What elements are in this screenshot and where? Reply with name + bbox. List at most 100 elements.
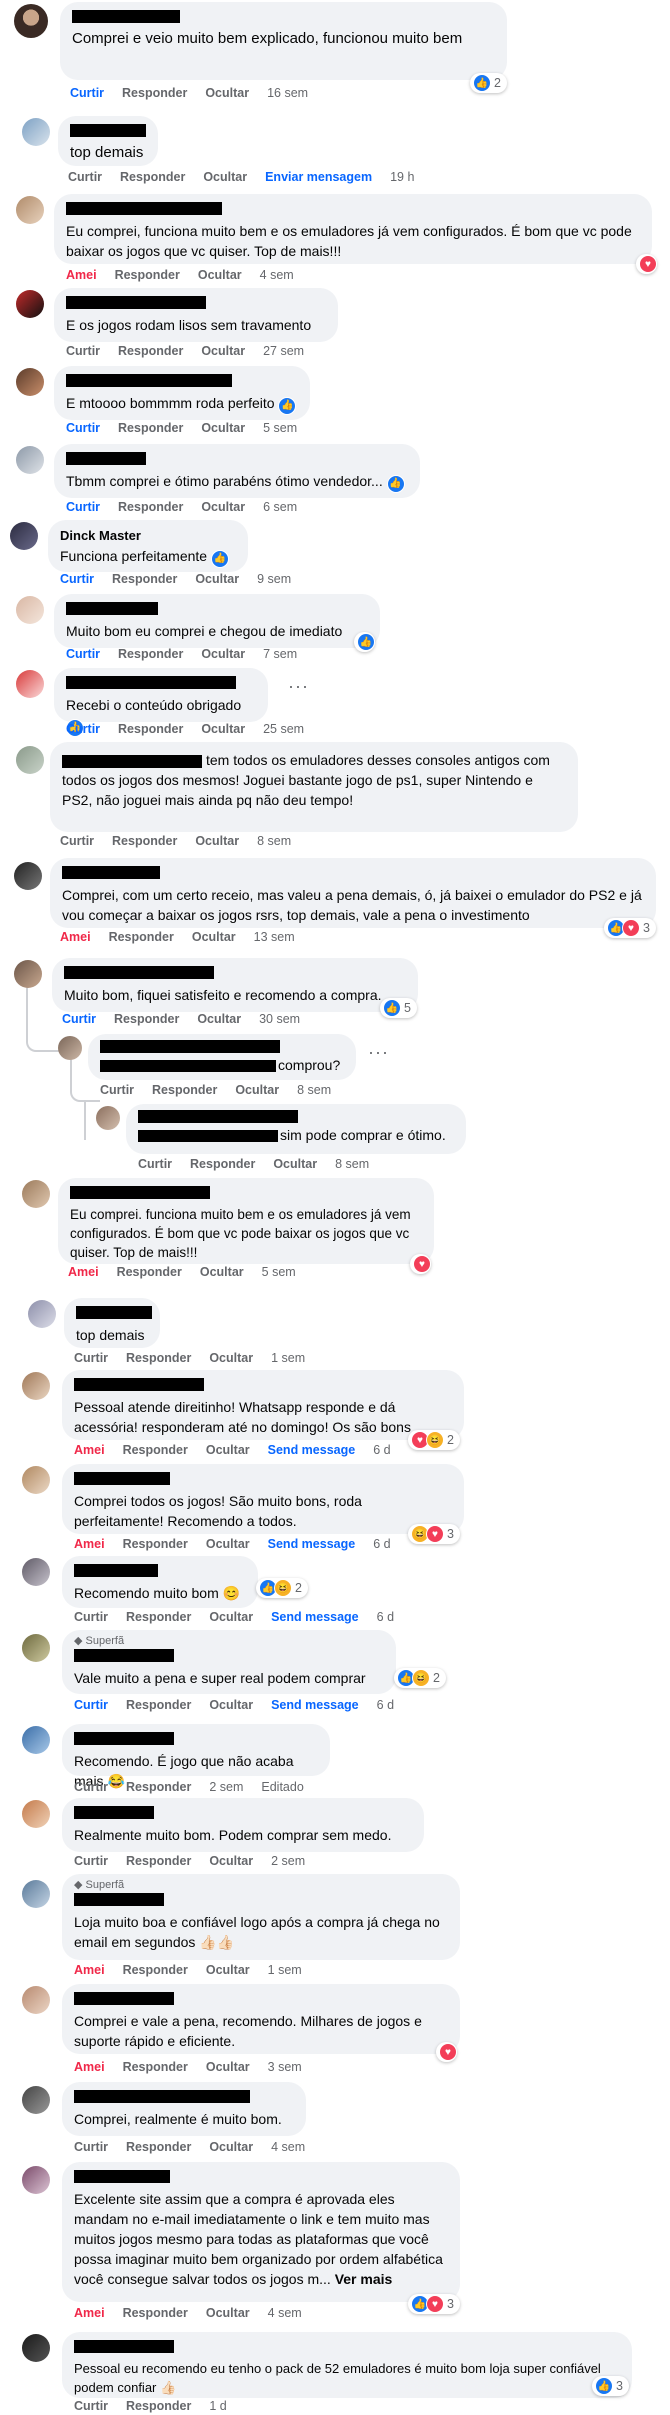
avatar[interactable] — [28, 1300, 56, 1328]
reply-button[interactable]: Responder — [114, 1012, 179, 1026]
avatar[interactable] — [14, 4, 48, 38]
like-button[interactable]: Curtir — [74, 2140, 108, 2154]
more-options-icon[interactable]: ··· — [288, 676, 309, 697]
hide-button[interactable]: Ocultar — [209, 2140, 253, 2154]
hide-button[interactable]: Ocultar — [201, 344, 245, 358]
reactions[interactable]: 👍 ♥ 3 — [604, 918, 656, 938]
reply-button[interactable]: Responder — [126, 1351, 191, 1365]
avatar[interactable] — [16, 290, 44, 318]
more-options-icon[interactable]: ··· — [368, 1042, 389, 1063]
like-button[interactable]: Curtir — [66, 421, 100, 435]
timestamp[interactable]: 9 sem — [257, 572, 291, 586]
like-button[interactable]: Curtir — [66, 647, 100, 661]
like-button[interactable]: Curtir — [74, 1698, 108, 1712]
reactions[interactable]: ♥ 😆 2 — [408, 1430, 460, 1450]
like-button[interactable]: Curtir — [74, 2399, 108, 2413]
author-name-redacted[interactable] — [100, 1040, 280, 1053]
avatar[interactable] — [22, 1634, 50, 1662]
reply-button[interactable]: Responder — [126, 1854, 191, 1868]
timestamp[interactable]: 4 sem — [271, 2140, 305, 2154]
reply-button[interactable]: Responder — [118, 421, 183, 435]
author-name-redacted[interactable] — [74, 1992, 174, 2005]
avatar[interactable] — [22, 118, 50, 146]
reply-button[interactable]: Responder — [118, 500, 183, 514]
timestamp[interactable]: 8 sem — [297, 1083, 331, 1097]
author-name-redacted[interactable] — [74, 2170, 170, 2183]
author-name-redacted[interactable] — [64, 966, 214, 979]
like-button[interactable]: Curtir — [138, 1157, 172, 1171]
timestamp[interactable]: 1 sem — [271, 1351, 305, 1365]
author-name-redacted[interactable] — [66, 602, 158, 615]
timestamp[interactable]: 1 sem — [268, 1963, 302, 1977]
hide-button[interactable]: Ocultar — [195, 834, 239, 848]
reply-button[interactable]: Responder — [109, 930, 174, 944]
send-message-button[interactable]: Enviar mensagem — [265, 170, 372, 184]
reply-button[interactable]: Responder — [123, 1537, 188, 1551]
author-name-redacted[interactable] — [66, 676, 236, 689]
hide-button[interactable]: Ocultar — [201, 500, 245, 514]
reply-button[interactable]: Responder — [126, 1610, 191, 1624]
reply-button[interactable]: Responder — [117, 1265, 182, 1279]
hide-button[interactable]: Ocultar — [195, 572, 239, 586]
author-name-redacted[interactable] — [138, 1130, 278, 1143]
avatar[interactable] — [58, 1036, 82, 1060]
reactions[interactable]: 👍 😆 2 — [394, 1668, 446, 1688]
love-button[interactable]: Amei — [74, 1537, 105, 1551]
send-message-button[interactable]: Send message — [268, 1443, 356, 1457]
timestamp[interactable]: 2 sem — [209, 1780, 243, 1794]
reply-button[interactable]: Responder — [123, 2060, 188, 2074]
author-name-redacted[interactable] — [74, 1472, 170, 1485]
author-name[interactable]: Dinck Master — [60, 528, 236, 543]
reactions[interactable]: 👍 — [354, 632, 375, 652]
reactions[interactable]: ♥ — [436, 2042, 457, 2062]
author-name-redacted[interactable] — [74, 1564, 158, 1577]
avatar[interactable] — [10, 522, 38, 550]
avatar[interactable] — [22, 1880, 50, 1908]
reply-button[interactable]: Responder — [118, 722, 183, 736]
avatar[interactable] — [22, 2086, 50, 2114]
avatar[interactable] — [22, 1372, 50, 1400]
author-name-redacted[interactable] — [74, 2340, 174, 2353]
timestamp[interactable]: 30 sem — [259, 1012, 300, 1026]
hide-button[interactable]: Ocultar — [206, 1537, 250, 1551]
reactions[interactable]: 😆 ♥ 3 — [408, 1524, 460, 1544]
love-button[interactable]: Amei — [74, 2060, 105, 2074]
author-name-redacted[interactable] — [138, 1110, 298, 1123]
like-button[interactable]: Curtir — [100, 1083, 134, 1097]
like-button[interactable]: Curtir — [74, 1610, 108, 1624]
author-name-redacted[interactable] — [70, 1186, 210, 1199]
reply-button[interactable]: Responder — [190, 1157, 255, 1171]
reply-button[interactable]: Responder — [123, 2306, 188, 2320]
like-button[interactable]: Curtir — [60, 834, 94, 848]
author-name-redacted[interactable] — [74, 2090, 250, 2103]
like-button[interactable]: Curtir — [66, 722, 100, 736]
love-button[interactable]: Amei — [60, 930, 91, 944]
author-name-redacted[interactable] — [74, 1649, 174, 1662]
timestamp[interactable]: 6 d — [373, 1537, 390, 1551]
hide-button[interactable]: Ocultar — [197, 1012, 241, 1026]
timestamp[interactable]: 5 sem — [262, 1265, 296, 1279]
timestamp[interactable]: 13 sem — [254, 930, 295, 944]
author-name-redacted[interactable] — [74, 1732, 174, 1745]
avatar[interactable] — [22, 1726, 50, 1754]
hide-button[interactable]: Ocultar — [273, 1157, 317, 1171]
avatar[interactable] — [16, 746, 44, 774]
reply-button[interactable]: Responder — [152, 1083, 217, 1097]
timestamp[interactable]: 4 sem — [268, 2306, 302, 2320]
like-button[interactable]: Curtir — [60, 572, 94, 586]
timestamp[interactable]: 3 sem — [268, 2060, 302, 2074]
hide-button[interactable]: Ocultar — [200, 1265, 244, 1279]
reply-button[interactable]: Responder — [115, 268, 180, 282]
love-button[interactable]: Amei — [66, 268, 97, 282]
timestamp[interactable]: 6 d — [377, 1698, 394, 1712]
avatar[interactable] — [22, 1180, 50, 1208]
like-button[interactable]: Curtir — [66, 500, 100, 514]
timestamp[interactable]: 6 sem — [263, 500, 297, 514]
see-more-link[interactable]: Ver mais — [335, 2271, 393, 2287]
hide-button[interactable]: Ocultar — [201, 421, 245, 435]
love-button[interactable]: Amei — [74, 2306, 105, 2320]
hide-button[interactable]: Ocultar — [206, 2306, 250, 2320]
author-name-redacted[interactable] — [70, 124, 146, 137]
avatar[interactable] — [22, 1558, 50, 1586]
love-button[interactable]: Amei — [68, 1265, 99, 1279]
